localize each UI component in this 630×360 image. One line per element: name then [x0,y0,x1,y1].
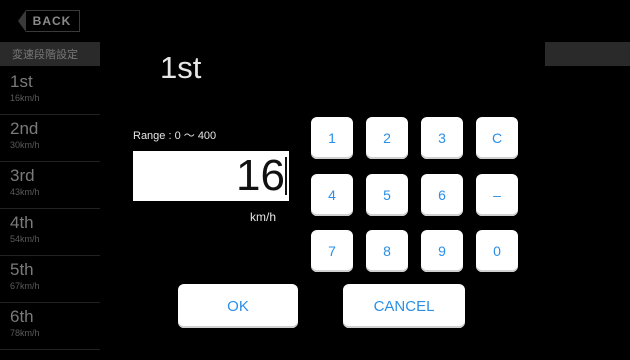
gear-speed: 43km/h [10,187,40,197]
key-minus[interactable]: – [476,174,518,216]
key-2[interactable]: 2 [366,117,408,159]
key-0[interactable]: 0 [476,230,518,272]
back-arrow-icon [18,10,26,32]
gear-item-4th[interactable]: 4th 54km/h [0,209,100,256]
gear-speed: 78km/h [10,328,40,338]
gear-name: 1st [10,72,33,91]
gear-name: 2nd [10,119,39,138]
dialog-title: 1st [160,50,202,85]
gear-speed: 54km/h [10,234,40,244]
key-9[interactable]: 9 [421,230,463,272]
key-1[interactable]: 1 [311,117,353,159]
back-button-label: BACK [32,14,72,28]
key-7[interactable]: 7 [311,230,353,272]
gear-item-1st[interactable]: 1st 16km/h [0,68,100,115]
header-label: 変速段階設定 [12,49,78,61]
key-5[interactable]: 5 [366,174,408,216]
gear-item-2nd[interactable]: 2nd 30km/h [0,115,100,162]
settings-screen: BACK 変速段階設定 1st 16km/h 2nd 30km/h 3rd 43… [0,0,630,360]
gear-speed: 30km/h [10,140,40,150]
gear-name: 4th [10,213,34,232]
key-clear[interactable]: C [476,117,518,159]
unit-label: km/h [250,210,277,224]
key-6[interactable]: 6 [421,174,463,216]
number-input-dialog: 1st Range : 0 〜 400 16 km/h 1 2 3 C 4 5 … [100,30,545,360]
gear-item-6th[interactable]: 6th 78km/h [0,303,100,350]
gear-speed: 16km/h [10,93,40,103]
back-button[interactable]: BACK [18,10,80,32]
key-4[interactable]: 4 [311,174,353,216]
gear-item-3rd[interactable]: 3rd 43km/h [0,162,100,209]
key-3[interactable]: 3 [421,117,463,159]
gear-name: 6th [10,307,34,326]
gear-name: 5th [10,260,34,279]
gear-speed: 67km/h [10,281,40,291]
gear-list: 1st 16km/h 2nd 30km/h 3rd 43km/h 4th 54k… [0,68,100,350]
key-8[interactable]: 8 [366,230,408,272]
gear-name: 3rd [10,166,35,185]
gear-item-5th[interactable]: 5th 67km/h [0,256,100,303]
value-display[interactable]: 16 [133,151,289,201]
ok-button[interactable]: OK [178,284,298,328]
range-label: Range : 0 〜 400 [133,130,217,142]
cancel-button[interactable]: CANCEL [343,284,465,328]
